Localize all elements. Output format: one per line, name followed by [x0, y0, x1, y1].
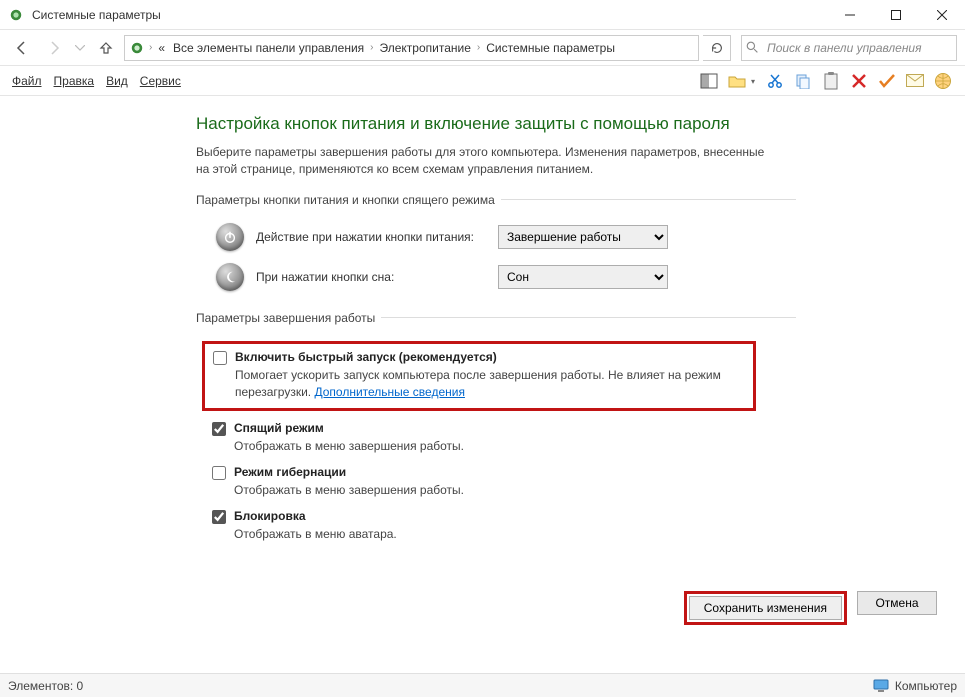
status-location: Компьютер — [873, 679, 957, 693]
window-title: Системные параметры — [32, 8, 827, 22]
delete-icon[interactable] — [849, 71, 869, 91]
status-bar: Элементов: 0 Компьютер — [0, 673, 965, 697]
view-thumb-icon[interactable] — [699, 71, 719, 91]
option-lock: Блокировка Отображать в меню аватара. — [208, 505, 756, 549]
button-row: Сохранить изменения Отмена — [684, 591, 937, 625]
power-button-label: Действие при нажатии кнопки питания: — [256, 230, 486, 244]
cancel-button[interactable]: Отмена — [857, 591, 937, 615]
chevron-right-icon: › — [370, 42, 373, 53]
content-area: Настройка кнопок питания и включение защ… — [0, 96, 965, 669]
sleep-button-select[interactable]: Сон — [498, 265, 668, 289]
control-panel-icon — [129, 40, 145, 56]
window-controls — [827, 0, 965, 29]
lock-subtext: Отображать в меню аватара. — [234, 526, 756, 543]
group-shutdown-params: Параметры завершения работы Включить быс… — [196, 311, 796, 555]
back-button[interactable] — [8, 34, 36, 62]
power-button-select[interactable]: Завершение работы — [498, 225, 668, 249]
hibernate-title: Режим гибернации — [234, 465, 346, 479]
search-icon — [746, 41, 759, 54]
sleep-icon — [216, 263, 244, 291]
power-icon — [216, 223, 244, 251]
breadcrumb-seg-1[interactable]: Все элементы панели управления — [171, 41, 366, 55]
group-shutdown-legend: Параметры завершения работы — [196, 311, 381, 325]
navbar: › « Все элементы панели управления › Эле… — [0, 30, 965, 66]
cut-icon[interactable] — [765, 71, 785, 91]
group-power-buttons: Параметры кнопки питания и кнопки спящег… — [196, 193, 796, 303]
option-fast-startup: Включить быстрый запуск (рекомендуется) … — [202, 341, 756, 412]
up-button[interactable] — [92, 34, 120, 62]
checkbox-hibernate[interactable] — [212, 466, 226, 480]
menu-file[interactable]: Файл — [8, 72, 46, 90]
option-sleep: Спящий режим Отображать в меню завершени… — [208, 417, 756, 461]
menu-bar: Файл Правка Вид Сервис — [8, 72, 185, 90]
fast-startup-title: Включить быстрый запуск (рекомендуется) — [235, 350, 497, 364]
chevron-right-icon: › — [477, 42, 480, 53]
mail-icon[interactable] — [905, 71, 925, 91]
search-input[interactable] — [765, 40, 952, 56]
forward-button[interactable] — [40, 34, 68, 62]
sleep-button-label: При нажатии кнопки сна: — [256, 270, 486, 284]
computer-icon — [873, 679, 889, 693]
window-icon — [8, 7, 24, 23]
refresh-button[interactable] — [703, 35, 731, 61]
breadcrumb-seg-3[interactable]: Системные параметры — [484, 41, 617, 55]
check-icon[interactable] — [877, 71, 897, 91]
close-button[interactable] — [919, 0, 965, 30]
fast-startup-subtext: Помогает ускорить запуск компьютера посл… — [235, 367, 745, 401]
menu-edit[interactable]: Правка — [50, 72, 99, 90]
recent-dropdown[interactable] — [72, 34, 88, 62]
status-item-count: Элементов: 0 — [8, 679, 83, 693]
checkbox-fast-startup[interactable] — [213, 351, 227, 365]
breadcrumb[interactable]: › « Все элементы панели управления › Эле… — [124, 35, 699, 61]
menu-view[interactable]: Вид — [102, 72, 132, 90]
power-button-row: Действие при нажатии кнопки питания: Зав… — [196, 217, 796, 257]
hibernate-subtext: Отображать в меню завершения работы. — [234, 482, 756, 499]
sleep-button-row: При нажатии кнопки сна: Сон — [196, 257, 796, 297]
fast-startup-more-link[interactable]: Дополнительные сведения — [314, 385, 464, 399]
breadcrumb-prefix[interactable]: « — [156, 41, 167, 55]
minimize-button[interactable] — [827, 0, 873, 30]
group-power-legend: Параметры кнопки питания и кнопки спящег… — [196, 193, 501, 207]
copy-icon[interactable] — [793, 71, 813, 91]
checkbox-sleep[interactable] — [212, 422, 226, 436]
save-button-highlight: Сохранить изменения — [684, 591, 847, 625]
menu-service[interactable]: Сервис — [136, 72, 185, 90]
menu-row: Файл Правка Вид Сервис — [0, 66, 965, 96]
chevron-right-icon: › — [149, 42, 152, 53]
breadcrumb-seg-2[interactable]: Электропитание — [378, 41, 473, 55]
sleep-title: Спящий режим — [234, 421, 324, 435]
globe-icon[interactable] — [933, 71, 953, 91]
folder-icon[interactable] — [727, 71, 747, 91]
search-box[interactable] — [741, 35, 957, 61]
page-title: Настройка кнопок питания и включение защ… — [196, 114, 945, 134]
checkbox-lock[interactable] — [212, 510, 226, 524]
save-button[interactable]: Сохранить изменения — [689, 596, 842, 620]
titlebar: Системные параметры — [0, 0, 965, 30]
option-hibernate: Режим гибернации Отображать в меню завер… — [208, 461, 756, 505]
lock-title: Блокировка — [234, 509, 306, 523]
page-description: Выберите параметры завершения работы для… — [196, 144, 776, 179]
maximize-button[interactable] — [873, 0, 919, 30]
sleep-subtext: Отображать в меню завершения работы. — [234, 438, 756, 455]
toolbar — [699, 71, 957, 91]
paste-icon[interactable] — [821, 71, 841, 91]
